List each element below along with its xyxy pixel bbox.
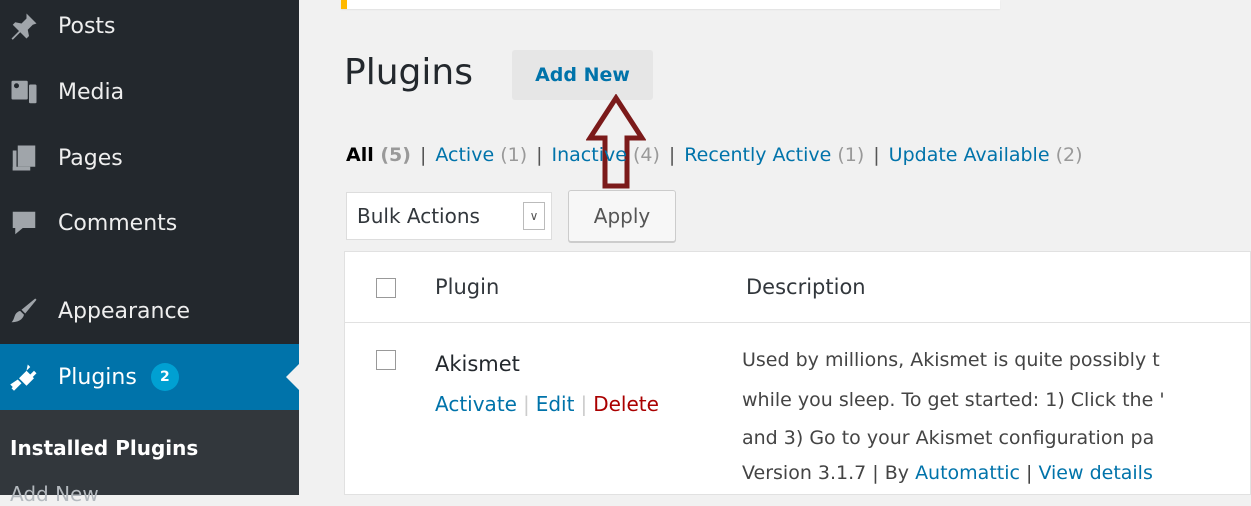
sidebar-item-pages[interactable]: Pages (0, 130, 299, 186)
plugin-status-filters: All (5) | Active (1) | Inactive (4) | Recently… (346, 144, 1083, 166)
apply-button[interactable]: Apply (568, 190, 676, 242)
plugin-meta: Version 3.1.7 | By Automattic | View det… (742, 462, 1153, 484)
update-count-badge: 2 (150, 363, 179, 391)
admin-notice (341, 0, 1000, 9)
comment-icon (6, 205, 42, 241)
sidebar-item-label: Plugins (58, 364, 137, 390)
sidebar-item-media[interactable]: Media (0, 64, 299, 120)
activate-link[interactable]: Activate (435, 392, 517, 416)
column-header-plugin: Plugin (435, 275, 500, 299)
bulk-actions-value: Bulk Actions (357, 204, 480, 228)
annotation-arrow-icon (586, 94, 646, 189)
sidebar-item-label: Appearance (58, 298, 191, 324)
plugin-icon (6, 359, 42, 395)
sidebar-item-comments[interactable]: Comments (0, 195, 299, 251)
pages-icon (6, 140, 42, 176)
sidebar-item-posts[interactable]: Posts (0, 0, 299, 54)
sidebar-item-label: Comments (58, 210, 178, 236)
plugin-description-line: and 3) Go to your Akismet configuration … (742, 427, 1155, 449)
select-all-checkbox[interactable] (376, 278, 396, 298)
filter-inactive[interactable]: Inactive (4) (552, 144, 660, 166)
plugin-name: Akismet (435, 352, 520, 376)
delete-link[interactable]: Delete (593, 392, 659, 416)
bulk-actions-select[interactable]: Bulk Actions ∨ (346, 192, 552, 240)
plugin-description-line: Used by millions, Akismet is quite possi… (742, 349, 1160, 371)
row-checkbox[interactable] (376, 350, 396, 370)
filter-all[interactable]: All (5) (346, 144, 411, 166)
sidebar-item-label: Media (58, 79, 125, 105)
current-menu-arrow (286, 364, 299, 390)
sidebar-item-appearance[interactable]: Appearance (0, 283, 299, 339)
submenu-item-add-new[interactable]: Add New (10, 482, 99, 506)
sidebar-item-label: Pages (58, 145, 123, 171)
author-link[interactable]: Automattic (915, 462, 1020, 484)
page-title: Plugins (344, 52, 473, 93)
admin-sidebar: Posts Media Pages Comments Appearance Pl… (0, 0, 299, 506)
media-icon (6, 74, 42, 110)
filter-active[interactable]: Active (1) (435, 144, 527, 166)
edit-link[interactable]: Edit (536, 392, 575, 416)
table-header: Plugin Description (345, 252, 1251, 323)
plugins-submenu: Installed Plugins Add New (0, 410, 299, 506)
sidebar-item-plugins[interactable]: Plugins 2 (0, 344, 299, 410)
sidebar-item-label: Posts (58, 13, 116, 39)
plugin-description-line: while you sleep. To get started: 1) Clic… (742, 389, 1165, 411)
filter-recently-active[interactable]: Recently Active (1) (684, 144, 864, 166)
plugins-table: Plugin Description Akismet Activate | Edit… (344, 251, 1251, 495)
column-header-description: Description (746, 275, 866, 299)
paintbrush-icon (6, 293, 42, 329)
row-actions: Activate | Edit | Delete (435, 392, 659, 416)
filter-update-available[interactable]: Update Available (2) (889, 144, 1083, 166)
view-details-link[interactable]: View details (1038, 462, 1152, 484)
pushpin-icon (6, 8, 42, 44)
submenu-item-installed-plugins[interactable]: Installed Plugins (10, 436, 198, 460)
notice-warning-stripe (341, 0, 347, 9)
chevron-down-icon: ∨ (523, 202, 545, 230)
add-new-button[interactable]: Add New (512, 50, 653, 100)
